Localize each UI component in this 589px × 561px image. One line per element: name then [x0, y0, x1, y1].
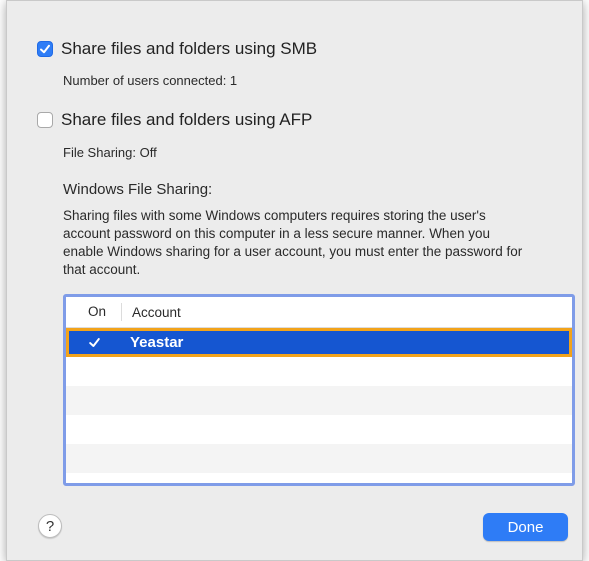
- afp-label: Share files and folders using AFP: [61, 110, 313, 129]
- table-header: On Account: [66, 297, 572, 328]
- row-on-cell[interactable]: [66, 336, 122, 349]
- checkmark-icon: [40, 44, 50, 54]
- empty-row: [66, 415, 572, 444]
- afp-checkbox[interactable]: [37, 112, 53, 128]
- smb-checkbox[interactable]: [37, 41, 53, 57]
- column-header-account[interactable]: Account: [122, 305, 181, 320]
- help-button[interactable]: ?: [38, 514, 62, 538]
- empty-row: [66, 357, 572, 386]
- windows-sharing-description: Sharing files with some Windows computer…: [63, 208, 523, 277]
- smb-option-row[interactable]: Share files and folders using SMB: [37, 39, 317, 59]
- empty-row: [66, 444, 572, 473]
- file-sharing-options-sheet: Share files and folders using SMB Number…: [6, 0, 583, 561]
- accounts-table[interactable]: On Account Yeastar: [63, 294, 575, 486]
- smb-status-text: Number of users connected: 1: [63, 73, 238, 88]
- row-account-name: Yeastar: [130, 334, 184, 351]
- smb-label: Share files and folders using SMB: [61, 39, 318, 58]
- checkmark-icon[interactable]: [88, 336, 101, 349]
- done-button[interactable]: Done: [483, 513, 568, 541]
- help-icon: ?: [45, 517, 55, 535]
- column-header-on[interactable]: On: [66, 303, 122, 321]
- afp-status-text: File Sharing: Off: [63, 145, 157, 160]
- afp-option-row[interactable]: Share files and folders using AFP: [37, 110, 312, 130]
- table-row[interactable]: Yeastar: [66, 328, 572, 357]
- windows-sharing-title: Windows File Sharing:: [63, 181, 213, 198]
- empty-row: [66, 386, 572, 415]
